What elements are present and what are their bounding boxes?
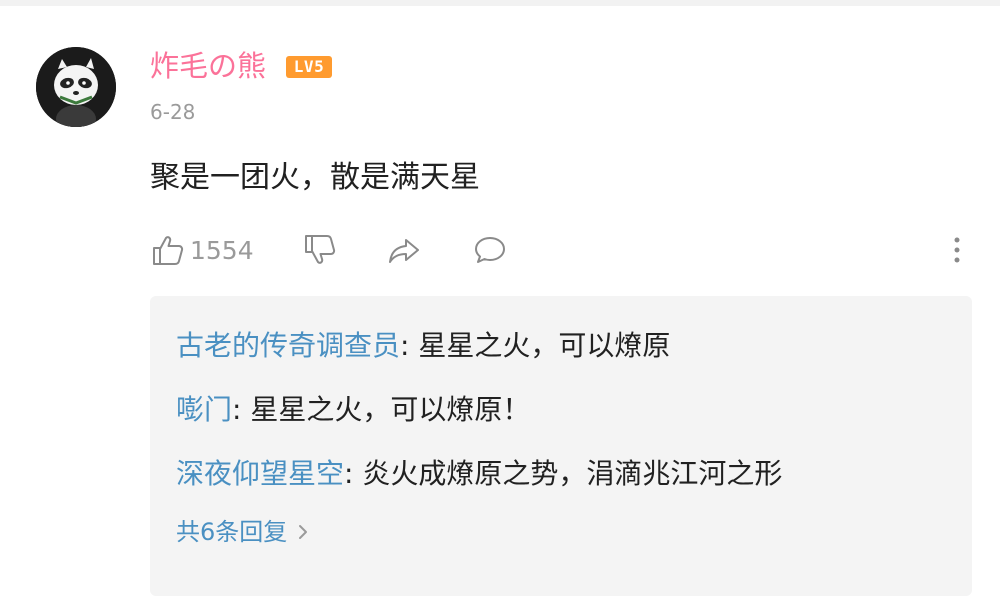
panda-avatar-icon bbox=[36, 47, 116, 127]
reply-text: 星星之火，可以燎原 bbox=[418, 329, 671, 362]
more-options-button[interactable] bbox=[945, 228, 969, 272]
view-all-replies-label: 共6条回复 bbox=[176, 518, 288, 546]
thumbs-down-icon bbox=[305, 235, 336, 264]
reply-author[interactable]: 深夜仰望星空 bbox=[176, 457, 344, 490]
comment-date: 6-28 bbox=[150, 100, 196, 124]
reply-author[interactable]: 嘭门 bbox=[176, 393, 232, 426]
level-badge: LV5 bbox=[286, 56, 332, 78]
reply-item[interactable]: 古老的传奇调查员: 星星之火，可以燎原 bbox=[176, 326, 670, 366]
reply-item[interactable]: 嘭门: 星星之火，可以燎原！ bbox=[176, 390, 530, 430]
speech-bubble-icon bbox=[475, 237, 505, 263]
reply-item[interactable]: 深夜仰望星空: 炎火成燎原之势，涓滴兆江河之形 bbox=[176, 454, 782, 494]
view-all-replies-link[interactable]: 共6条回复 bbox=[176, 514, 313, 550]
comment-username[interactable]: 炸毛の熊 bbox=[150, 48, 266, 84]
reply-separator: : bbox=[344, 457, 363, 490]
reply-separator: : bbox=[400, 329, 419, 362]
like-count: 1554 bbox=[190, 235, 254, 265]
reply-author[interactable]: 古老的传奇调查员 bbox=[176, 329, 400, 362]
reply-text: 炎火成燎原之势，涓滴兆江河之形 bbox=[362, 457, 783, 490]
more-vertical-icon bbox=[954, 237, 960, 263]
reply-separator: : bbox=[232, 393, 251, 426]
reply-button[interactable] bbox=[472, 228, 508, 272]
reply-text: 星星之火，可以燎原！ bbox=[250, 393, 531, 426]
dislike-button[interactable] bbox=[302, 228, 338, 272]
chevron-right-icon bbox=[299, 525, 308, 539]
top-divider bbox=[0, 0, 1000, 6]
share-arrow-icon bbox=[389, 239, 419, 263]
user-avatar[interactable] bbox=[36, 47, 116, 127]
share-button[interactable] bbox=[386, 228, 422, 272]
thumbs-up-icon bbox=[153, 236, 184, 265]
comment-text: 聚是一团火，散是满天星 bbox=[150, 160, 480, 195]
like-button[interactable]: 1554 bbox=[150, 228, 254, 272]
comment-actions: 1554 bbox=[150, 228, 970, 272]
